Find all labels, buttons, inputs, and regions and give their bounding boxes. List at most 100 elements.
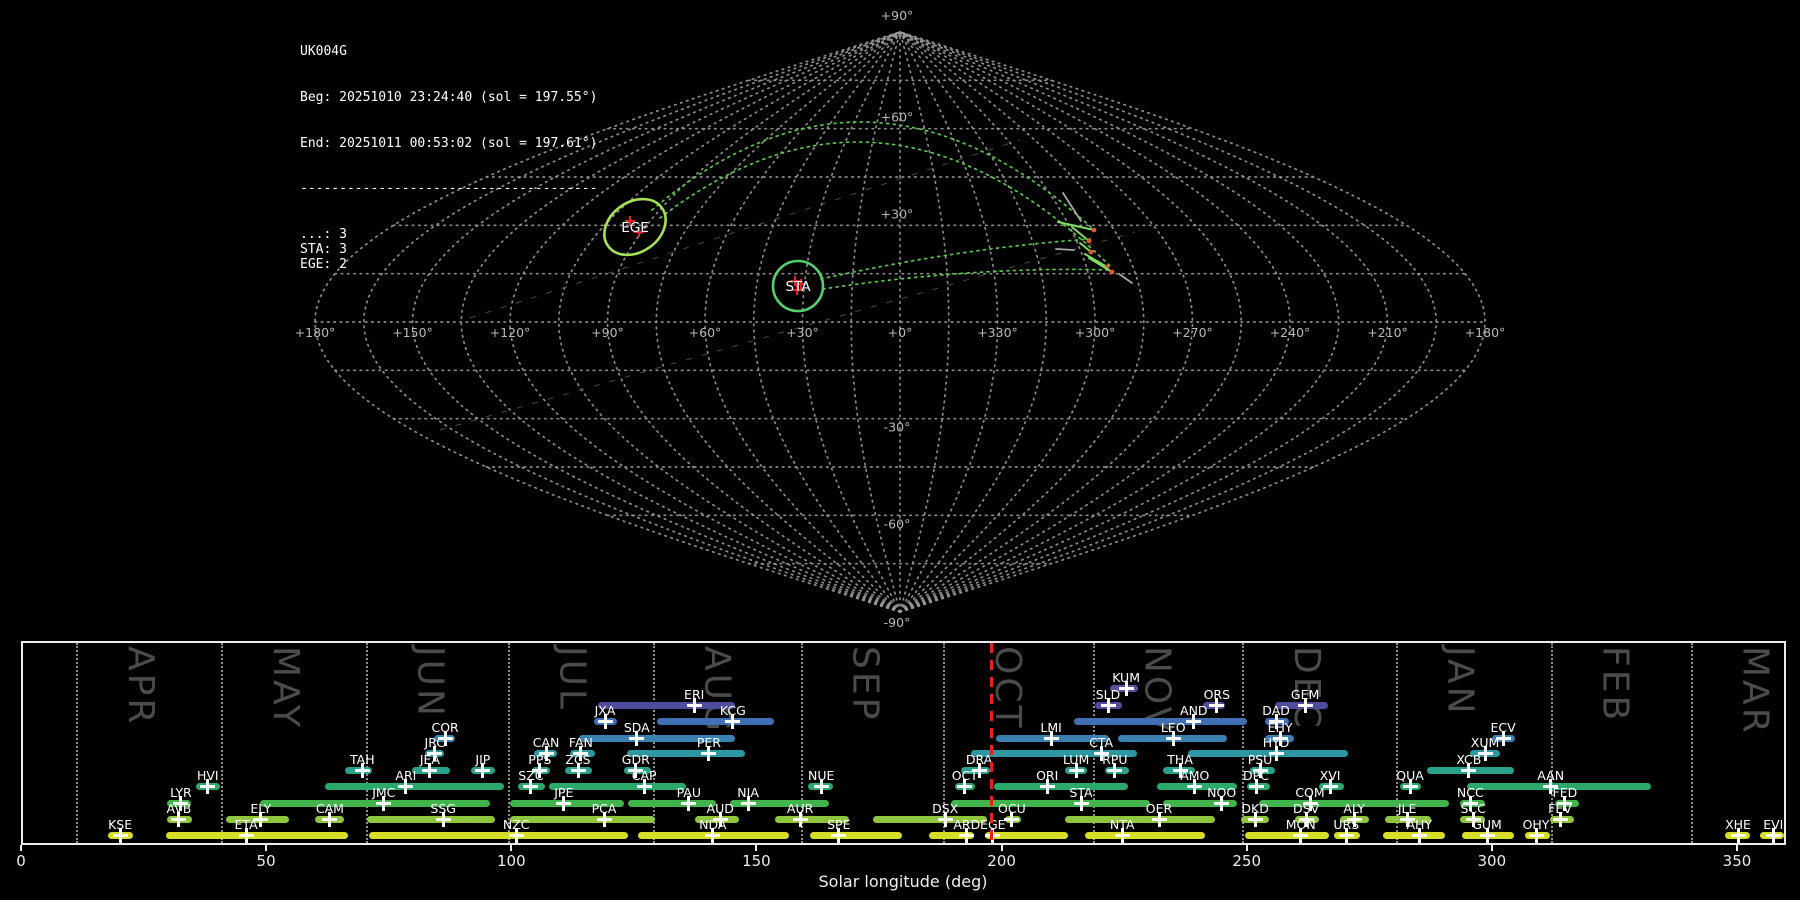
- begin-time: Beg: 20251010 23:24:40 (sol = 197.55°): [300, 90, 598, 106]
- peak-marker-fev: [1552, 811, 1568, 827]
- peak-marker-lmi: [1043, 730, 1059, 746]
- peak-marker-ahy: [1411, 827, 1427, 843]
- peak-marker-nzc: [508, 827, 524, 843]
- peak-marker-ohy: [1528, 827, 1544, 843]
- peak-marker-nta: [1114, 827, 1130, 843]
- separator-line: --------------------------------------: [300, 181, 598, 197]
- month-line-aug: [652, 643, 655, 843]
- shower-bar-eta: [166, 831, 349, 839]
- peak-marker-kse: [112, 827, 128, 843]
- peak-marker-zcs: [570, 762, 586, 778]
- peak-marker-ori: [1039, 778, 1055, 794]
- shower-bar-ori: [993, 782, 1129, 790]
- peak-marker-urs: [1338, 827, 1354, 843]
- month-line-apr: [76, 643, 79, 843]
- shower-meteor-streak: [1057, 221, 1095, 231]
- peak-marker-xhe: [1730, 827, 1746, 843]
- lat-label: +60°: [881, 110, 914, 125]
- peak-marker-ard: [959, 827, 975, 843]
- peak-marker-sda: [629, 730, 645, 746]
- peak-marker-tah: [354, 762, 370, 778]
- lon-label: +180°: [295, 325, 336, 340]
- x-tick-label: 100: [496, 852, 526, 870]
- peak-marker-hvi: [200, 778, 216, 794]
- month-label-oct: OCT: [987, 646, 1028, 731]
- peak-marker-jmc: [376, 795, 392, 811]
- shower-bar-mon: [1244, 831, 1330, 839]
- x-tick-label: 0: [16, 852, 26, 870]
- shower-bar-spe: [809, 831, 903, 839]
- x-axis: Solar longitude (deg) 0 50 100 150 200 250 300…: [0, 845, 1800, 900]
- radiant-sky-map: +180° +150° +120° +90° +60° +30° +0° +330° +300°…: [295, 8, 1506, 630]
- month-line-jun: [365, 643, 368, 843]
- month-label-apr: APR: [120, 646, 162, 727]
- peak-marker-jip: [475, 762, 491, 778]
- sporadic-meteor-streak: [1055, 248, 1075, 251]
- peak-marker-jea: [422, 762, 438, 778]
- peak-marker-cam: [322, 811, 338, 827]
- peak-marker-per: [701, 745, 717, 761]
- peak-marker-kcg: [725, 713, 741, 729]
- peak-marker-ocu: [1004, 811, 1020, 827]
- meteor-trail-path: [659, 141, 1111, 267]
- lat-label: -30°: [884, 420, 911, 435]
- lat-label: +30°: [881, 206, 914, 221]
- month-label-jul: JUL: [551, 646, 593, 713]
- meteor-end-dot: [1091, 227, 1097, 233]
- peak-marker-kum: [1118, 680, 1134, 696]
- x-axis-title: Solar longitude (deg): [818, 872, 988, 891]
- peak-marker-xcb: [1461, 762, 1477, 778]
- peak-marker-oct: [957, 778, 973, 794]
- shower-bar-kcg: [656, 717, 775, 725]
- lon-label: +270°: [1172, 325, 1213, 340]
- activity-timeline: APR MAY JUN JUL AUG SEP OCT NOV DEC JAN FEB MAR KUM E…: [21, 641, 1786, 845]
- lat-label: +90°: [881, 8, 914, 23]
- peak-marker-cap: [636, 778, 652, 794]
- shower-bar-ari: [325, 782, 504, 790]
- shower-counts: ...: 3 STA: 3 EGE: 2: [300, 227, 597, 273]
- grid-meridian: [557, 31, 901, 613]
- lon-label: +330°: [977, 325, 1018, 340]
- peak-marker-nda: [705, 827, 721, 843]
- radiant-label-ege: EGE: [621, 220, 649, 236]
- sporadic-meteor-streak: [1118, 273, 1133, 284]
- lat-label: -60°: [884, 516, 911, 531]
- month-label-feb: FEB: [1594, 646, 1636, 724]
- peak-marker-qua: [1402, 778, 1418, 794]
- count-line: EGE: 2: [300, 257, 347, 273]
- lon-label: +90°: [591, 325, 624, 340]
- meteor-observation-screen: +180° +150° +120° +90° +60° +30° +0° +330° +300°…: [0, 0, 1800, 900]
- peak-marker-sld: [1100, 697, 1116, 713]
- month-line-may: [221, 643, 224, 843]
- peak-marker-lum: [1068, 762, 1084, 778]
- shower-bar-pau: [628, 799, 716, 807]
- peak-marker-mon: [1293, 827, 1309, 843]
- sporadic-meteor-streak: [1062, 192, 1082, 222]
- station-id: UK004G: [300, 44, 347, 60]
- peak-marker-rpu: [1107, 762, 1123, 778]
- peak-marker-dkd: [1247, 811, 1263, 827]
- x-tick-label: 300: [1477, 852, 1507, 870]
- month-line-jul: [507, 643, 510, 843]
- peak-marker-gem: [1297, 697, 1313, 713]
- month-line-mar: [1690, 643, 1693, 843]
- lon-label: +210°: [1367, 325, 1408, 340]
- peak-marker-ssg: [435, 811, 451, 827]
- shower-bar-eri: [598, 701, 735, 709]
- count-line: ...: 3: [300, 226, 347, 242]
- peak-marker-leo: [1165, 730, 1181, 746]
- peak-marker-dpc: [1248, 778, 1264, 794]
- shower-bar-sta: [951, 799, 1151, 807]
- peak-marker-spe: [831, 827, 847, 843]
- x-tick-label: 350: [1722, 852, 1752, 870]
- peak-marker-jpe: [556, 795, 572, 811]
- lon-label: +60°: [689, 325, 722, 340]
- radiant-label-sta: STA: [785, 279, 811, 295]
- x-tick: [1736, 845, 1738, 851]
- peak-marker-xvi: [1322, 778, 1338, 794]
- month-label-jun: JUN: [409, 646, 451, 719]
- peak-marker-noo: [1214, 795, 1230, 811]
- shower-bar-nta: [1084, 831, 1205, 839]
- peak-marker-dsx: [937, 811, 953, 827]
- x-tick: [20, 845, 22, 851]
